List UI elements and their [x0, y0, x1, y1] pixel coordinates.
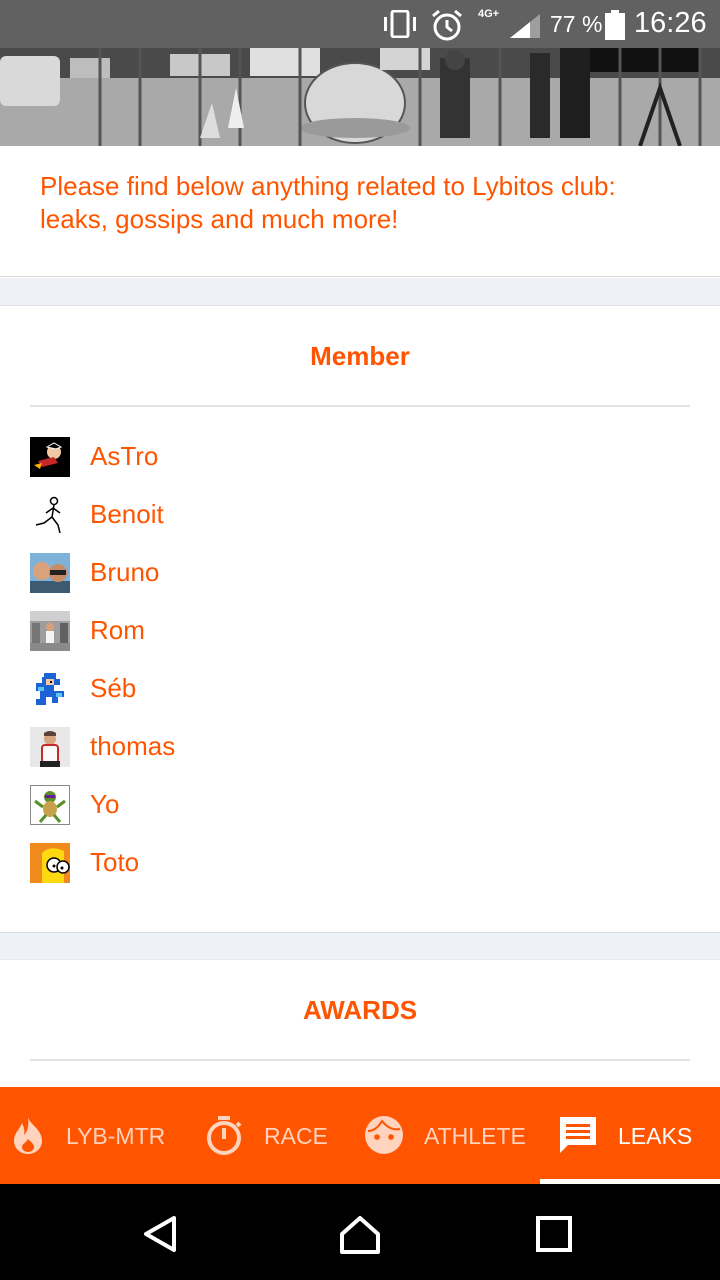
avatar	[30, 495, 70, 535]
member-list: AsTro Benoit Bruno Rom Séb thomas Yo Tot…	[30, 435, 690, 899]
member-name: Yo	[90, 789, 120, 819]
member-name: Toto	[90, 847, 140, 877]
avatar	[30, 611, 70, 651]
member-name: Séb	[90, 673, 137, 703]
tab-lyb-mtr[interactable]: LYB-MTR	[0, 1087, 180, 1184]
section-separator	[0, 278, 720, 306]
chat-icon	[560, 1117, 596, 1153]
member-item-rom[interactable]: Rom	[30, 609, 690, 667]
battery-icon	[605, 10, 625, 40]
intro-section: Please find below anything related to Ly…	[0, 146, 720, 277]
back-icon[interactable]	[138, 1212, 182, 1256]
member-item-bruno[interactable]: Bruno	[30, 551, 690, 609]
member-item-toto[interactable]: Toto	[30, 841, 690, 899]
stopwatch-icon	[207, 1116, 242, 1155]
avatar	[30, 553, 70, 593]
member-item-thomas[interactable]: thomas	[30, 725, 690, 783]
intro-text: Please find below anything related to Ly…	[40, 171, 616, 234]
member-item-benoit[interactable]: Benoit	[30, 493, 690, 551]
clock: 16:26	[634, 7, 707, 39]
face-icon	[365, 1116, 403, 1154]
tab-label: LEAKS	[618, 1123, 693, 1149]
divider	[30, 405, 690, 407]
member-item-astro[interactable]: AsTro	[30, 435, 690, 493]
divider	[30, 1059, 690, 1061]
avatar	[30, 785, 70, 825]
recents-icon[interactable]	[532, 1212, 576, 1256]
member-section-title: Member	[310, 341, 410, 371]
awards-section-title: AWARDS	[302, 995, 418, 1025]
tab-race[interactable]: RACE	[180, 1087, 360, 1184]
tab-label: ATHLETE	[424, 1123, 526, 1149]
member-name: thomas	[90, 731, 176, 761]
battery-percent: 77 %	[550, 11, 603, 37]
avatar	[30, 669, 70, 709]
member-name: Rom	[90, 615, 145, 645]
tab-leaks[interactable]: LEAKS	[540, 1087, 720, 1184]
avatar	[30, 437, 70, 477]
member-card: Member AsTro Benoit Bruno Rom Séb thomas…	[0, 307, 720, 931]
tab-label: RACE	[264, 1123, 328, 1149]
section-separator	[0, 932, 720, 960]
flame-icon	[14, 1117, 42, 1154]
member-item-seb[interactable]: Séb	[30, 667, 690, 725]
member-name: Benoit	[90, 499, 164, 529]
member-item-yo[interactable]: Yo	[30, 783, 690, 841]
bottom-tab-bar: LYB-MTR RACE ATHLETE LEAKS	[0, 1087, 720, 1184]
home-icon[interactable]	[338, 1212, 382, 1256]
header-banner-image	[0, 48, 720, 146]
awards-card: AWARDS	[0, 961, 720, 1087]
signal-icon	[510, 14, 540, 38]
alarm-icon	[432, 9, 462, 41]
avatar	[30, 843, 70, 883]
tab-label: LYB-MTR	[66, 1123, 166, 1149]
tab-athlete[interactable]: ATHLETE	[360, 1087, 540, 1184]
avatar	[30, 727, 70, 767]
network-type: 4G+	[478, 8, 500, 20]
vibrate-icon	[384, 10, 416, 38]
system-navigation-bar	[0, 1184, 720, 1280]
member-name: AsTro	[90, 441, 159, 471]
status-bar: 4G+ 77 % 16:26	[0, 0, 720, 48]
member-name: Bruno	[90, 557, 160, 587]
